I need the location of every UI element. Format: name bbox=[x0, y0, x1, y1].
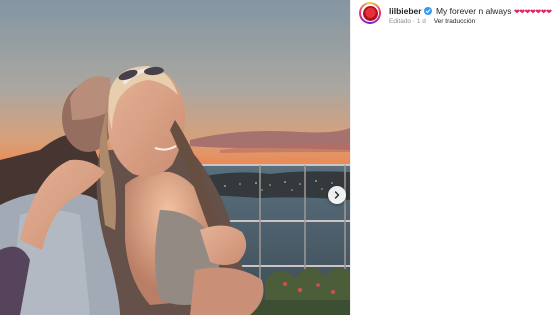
avatar-image bbox=[362, 5, 378, 21]
post-info-panel: lilbieber My forever n always ❤❤❤❤❤❤❤ Ed… bbox=[350, 0, 560, 315]
caption-header: lilbieber My forever n always ❤❤❤❤❤❤❤ Ed… bbox=[359, 2, 557, 30]
chevron-right-icon bbox=[334, 191, 340, 199]
meta-separator: · bbox=[412, 18, 416, 25]
avatar[interactable] bbox=[359, 2, 381, 24]
next-photo-button[interactable] bbox=[328, 186, 346, 204]
caption-text: My forever n always bbox=[435, 6, 512, 16]
see-translation-link[interactable]: Ver traducción bbox=[434, 18, 476, 25]
post-photo[interactable] bbox=[0, 0, 350, 315]
heart-emojis: ❤❤❤❤❤❤❤ bbox=[513, 9, 552, 16]
sunset-hug-photo bbox=[0, 0, 350, 315]
post-meta: Editado · 1 d Ver traducción bbox=[389, 18, 475, 25]
caption-line: lilbieber My forever n always ❤❤❤❤❤❤❤ bbox=[389, 6, 552, 18]
post-age: 1 d bbox=[416, 18, 426, 25]
verified-badge-icon bbox=[423, 7, 432, 15]
edited-label: Editado bbox=[389, 18, 412, 25]
username-link[interactable]: lilbieber bbox=[389, 6, 422, 16]
